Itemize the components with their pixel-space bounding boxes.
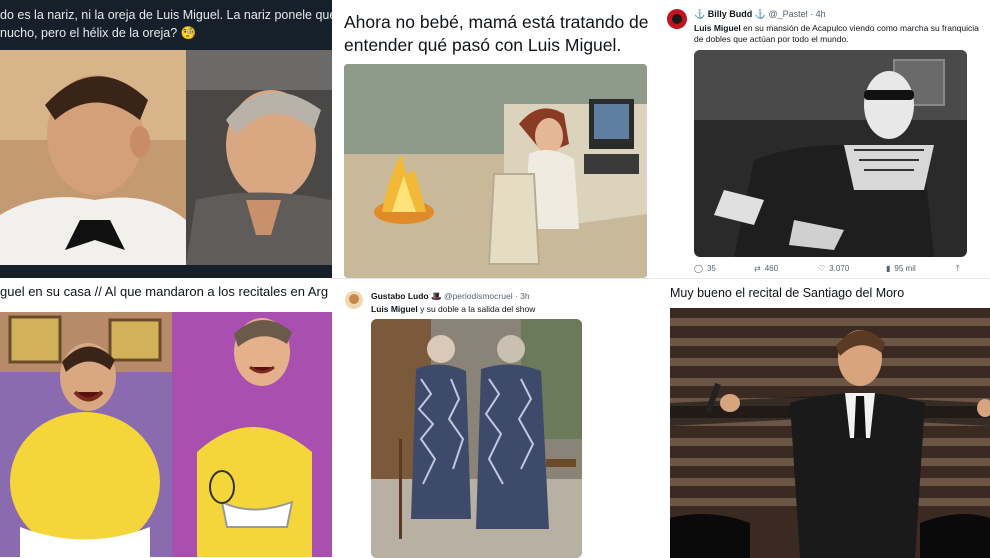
tweet-text-line-1: do es la nariz, ni la oreja de Luis Migu… — [0, 8, 332, 22]
meme-caption: guel en su casa // Al que mandaron a los… — [0, 284, 329, 299]
avatar[interactable] — [667, 9, 687, 29]
share-icon: ⤒ — [956, 264, 960, 273]
invisible-man-photo[interactable] — [694, 50, 967, 257]
meme-bottom-left: guel en su casa // Al que mandaron a los… — [0, 278, 332, 557]
reply-button[interactable]: ◯ 35 — [694, 264, 716, 273]
avatar[interactable] — [345, 291, 363, 309]
tweet-text: Luis Miguel y su doble a la salida del s… — [371, 304, 536, 314]
meme-top-left: do es la nariz, ni la oreja de Luis Migu… — [0, 0, 332, 278]
bar-chart-icon: ▮ — [886, 264, 891, 273]
tweet-time: · 4h — [810, 9, 826, 19]
photo-young-profile — [0, 50, 186, 265]
sims-fire-computer-image — [344, 64, 647, 278]
author-handle[interactable]: @_Pastel — [768, 9, 807, 19]
photo-older-profile — [186, 50, 332, 265]
two-grandmas-photo[interactable] — [371, 319, 582, 558]
tweet-top-right: ⚓ Billy Budd ⚓ @_Pastel · 4h Luis Miguel… — [658, 0, 990, 278]
tweet-header: Gustabo Ludo 🎩 @periodismocruel · 3h — [371, 291, 530, 302]
heart-icon: ♡ — [818, 264, 826, 273]
monocle-emoji: 🧐 — [180, 26, 197, 40]
concert-photo — [670, 308, 990, 558]
views-button[interactable]: ▮ 95 mil — [886, 264, 916, 273]
anchor-icon: ⚓ — [754, 9, 766, 19]
reply-icon: ◯ — [694, 264, 703, 273]
simpsons-right-image — [172, 312, 332, 557]
like-button[interactable]: ♡ 3.070 — [818, 264, 849, 273]
hat-emoji-icon: 🎩 — [430, 291, 442, 301]
meme-caption: Muy bueno el recital de Santiago del Mor… — [670, 286, 905, 300]
author-handle[interactable]: @periodismocruel — [444, 291, 513, 301]
tweet-text-line-2: de dobles que actúan por todo el mundo. — [694, 34, 849, 44]
share-button[interactable]: ⤒ — [956, 264, 960, 274]
anchor-icon: ⚓ — [694, 9, 706, 19]
retweet-icon: ⇄ — [754, 264, 761, 273]
tweet-text-line-2: nucho, pero el hélix de la oreja? 🧐 — [0, 26, 197, 40]
meme-top-middle: Ahora no bebé, mamá está tratando de ent… — [332, 0, 658, 278]
tweet-bottom-middle: Gustabo Ludo 🎩 @periodismocruel · 3h Lui… — [332, 278, 658, 558]
tweet-text-line-1: Luis Miguel en su mansión de Acapulco vi… — [694, 23, 979, 33]
tweet-time: · 3h — [514, 291, 530, 301]
meme-bottom-right: Muy bueno el recital de Santiago del Mor… — [658, 278, 990, 558]
meme-caption-line-1: Ahora no bebé, mamá está tratando de — [344, 12, 649, 32]
meme-caption-line-2: entender qué pasó con Luis Miguel. — [344, 35, 622, 55]
author-name[interactable]: Billy Budd — [708, 9, 753, 19]
author-name[interactable]: Gustabo Ludo — [371, 291, 429, 301]
retweet-button[interactable]: ⇄ 460 — [754, 264, 778, 273]
simpsons-left-image — [0, 312, 172, 557]
tweet-header: ⚓ Billy Budd ⚓ @_Pastel · 4h — [694, 9, 826, 20]
